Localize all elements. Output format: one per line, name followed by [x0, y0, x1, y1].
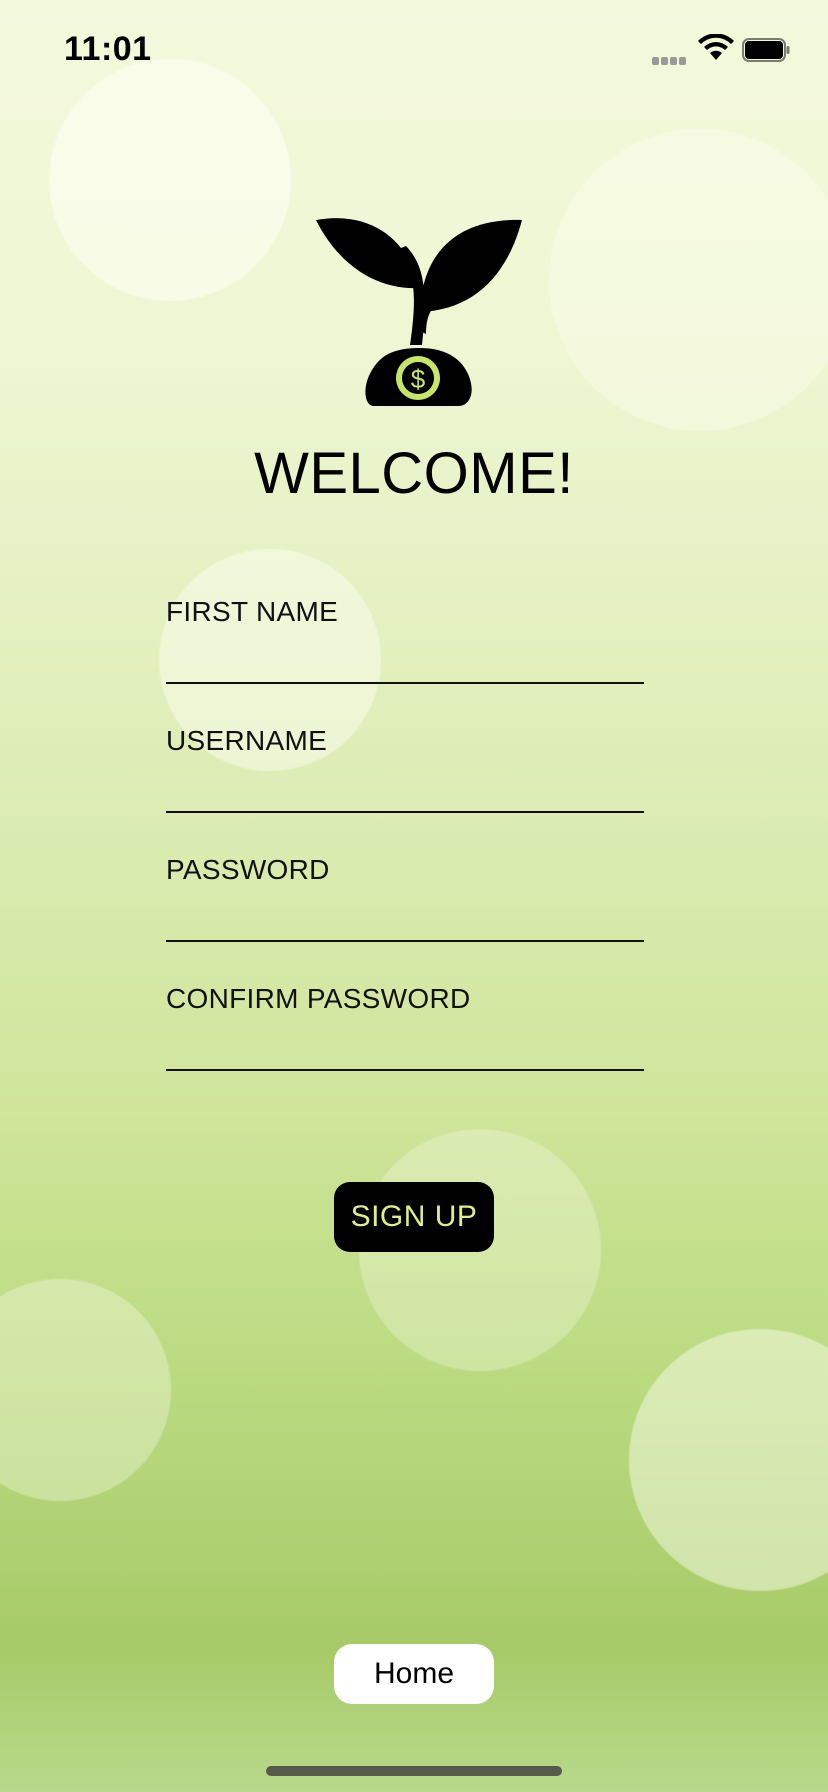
first-name-label: FIRST NAME	[166, 596, 339, 627]
password-input[interactable]	[166, 894, 644, 942]
password-label: PASSWORD	[166, 854, 330, 885]
status-bar: 11:01	[0, 0, 828, 100]
confirm-password-label: CONFIRM PASSWORD	[166, 983, 471, 1014]
confirm-password-input[interactable]	[166, 1023, 644, 1071]
sprout-with-dollar-coin-icon: $	[316, 218, 522, 406]
confirm-password-field: CONFIRM PASSWORD	[166, 983, 646, 1071]
username-input[interactable]	[166, 765, 644, 813]
wifi-icon	[698, 34, 734, 60]
home-button[interactable]: Home	[334, 1644, 494, 1704]
battery-icon	[742, 38, 790, 62]
status-time: 11:01	[64, 30, 152, 68]
first-name-input[interactable]	[166, 636, 644, 684]
first-name-field: FIRST NAME	[166, 596, 646, 684]
username-label: USERNAME	[166, 725, 328, 756]
username-field: USERNAME	[166, 725, 646, 813]
home-indicator[interactable]	[266, 1766, 562, 1776]
password-field: PASSWORD	[166, 854, 646, 942]
page-title: WELCOME!	[254, 441, 574, 506]
svg-text:$: $	[411, 364, 426, 394]
sign-up-button[interactable]: SIGN UP	[334, 1182, 494, 1252]
cellular-signal-icon	[652, 52, 688, 70]
